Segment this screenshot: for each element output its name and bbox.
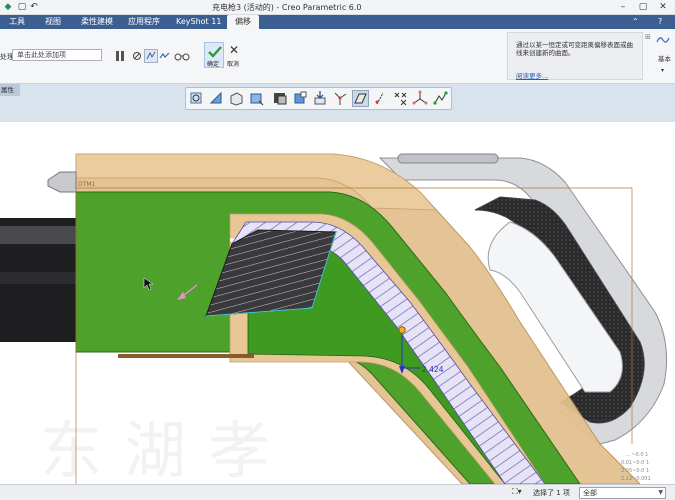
filter-dropdown[interactable]: 全部 ▼ bbox=[579, 487, 666, 499]
point-display-icon[interactable] bbox=[392, 90, 409, 107]
menu-view[interactable]: 视图 bbox=[41, 15, 65, 29]
trigger-button bbox=[397, 153, 499, 164]
check-mode-icon[interactable] bbox=[159, 50, 171, 62]
help-pin-icon[interactable]: ⊞ bbox=[645, 33, 651, 41]
window-title: 充电枪3 (活动的) - Creo Parametric 6.0 bbox=[212, 3, 362, 12]
axis-display-icon[interactable] bbox=[372, 90, 389, 107]
minimize-icon[interactable]: – bbox=[618, 1, 628, 13]
confirm-button[interactable]: 确定 bbox=[204, 42, 224, 68]
help-icon[interactable]: ? bbox=[654, 15, 666, 29]
cancel-x-icon: ✕ bbox=[229, 43, 240, 57]
offset-note-line-2: 0.01~0.0 1 bbox=[621, 460, 649, 466]
cube-icon[interactable] bbox=[228, 90, 245, 107]
no-preview-icon[interactable] bbox=[132, 51, 142, 61]
cancel-label: 取消 bbox=[227, 61, 240, 68]
shading-icon[interactable] bbox=[292, 90, 309, 107]
graphics-area[interactable]: 东湖孝 DTM1 2.424 ... ~0.0 1 0.01~0.0 1 2.0… bbox=[0, 122, 675, 484]
checkmark-icon bbox=[208, 46, 222, 58]
confirm-label: 确定 bbox=[207, 61, 220, 68]
menu-applications[interactable]: 应用程序 bbox=[124, 15, 164, 29]
quick-undo-icon[interactable]: ↶ bbox=[29, 1, 39, 13]
zoom-in-icon[interactable] bbox=[208, 90, 225, 107]
title-bar: ◆ ▢ ↶ 充电枪3 (活动的) - Creo Parametric 6.0 –… bbox=[0, 0, 675, 15]
help-panel: 通过以某一恒定或可变距离偏移表面或曲线来创建新的曲面。 阅读更多... bbox=[507, 32, 643, 80]
offset-dimension-value[interactable]: 2.424 bbox=[422, 365, 444, 374]
offset-note-line-4: 2.12~0.001 bbox=[621, 476, 651, 482]
filter-value: 全部 bbox=[583, 489, 597, 497]
datum-display-icon[interactable] bbox=[332, 90, 349, 107]
filter-chevron-down-icon: ▼ bbox=[658, 489, 663, 496]
glasses-icon[interactable] bbox=[174, 51, 190, 61]
offset-note-line-3: 2.05~0.0 1 bbox=[621, 468, 649, 474]
minimize-ribbon-icon[interactable]: ⌃ bbox=[628, 15, 643, 29]
basic-label[interactable]: 基本 bbox=[658, 53, 671, 63]
wave-icon[interactable] bbox=[656, 34, 670, 46]
cancel-button[interactable]: ✕ 取消 bbox=[226, 43, 242, 68]
menu-tools[interactable]: 工具 bbox=[5, 15, 29, 29]
plane-display-icon[interactable] bbox=[352, 90, 369, 107]
app-icon[interactable]: ◆ bbox=[3, 1, 13, 13]
quick-save-icon[interactable]: ▢ bbox=[17, 1, 27, 13]
watermark-text: 东湖孝 bbox=[40, 414, 292, 484]
display-style-icon[interactable] bbox=[272, 90, 289, 107]
properties-tab[interactable]: 属性 bbox=[0, 84, 20, 96]
menu-flexible-modeling[interactable]: 柔性建模 bbox=[77, 15, 117, 29]
offset-note-line-1: ... ~0.0 1 bbox=[625, 452, 648, 458]
csys-display-icon[interactable] bbox=[412, 90, 429, 107]
read-more-link[interactable]: 阅读更多... bbox=[516, 70, 548, 80]
saved-views-icon[interactable] bbox=[248, 90, 265, 107]
connector-clip bbox=[47, 171, 77, 193]
status-bar: ⛶▾ 选择了 1 项 全部 ▼ bbox=[0, 484, 675, 500]
preview-icon[interactable] bbox=[144, 49, 158, 63]
collector-input[interactable]: 单击此处添加项 bbox=[12, 49, 102, 61]
model-canvas[interactable]: 东湖孝 DTM1 2.424 ... ~0.0 1 0.01~0.0 1 2.0… bbox=[0, 122, 675, 484]
basic-dropdown-icon[interactable]: ▾ bbox=[661, 67, 664, 74]
help-text: 通过以某一恒定或可变距离偏移表面或曲线来创建新的曲面。 bbox=[516, 41, 633, 57]
datum-label: DTM1 bbox=[78, 181, 95, 188]
close-icon[interactable]: ✕ bbox=[658, 1, 668, 13]
lower-lip bbox=[118, 354, 254, 358]
selection-count: 选择了 1 项 bbox=[533, 489, 570, 497]
orient-icon[interactable] bbox=[312, 90, 329, 107]
pause-icon[interactable] bbox=[114, 50, 126, 62]
refit-icon[interactable] bbox=[188, 90, 205, 107]
offset-ribbon: 处理 单击此处添加项 确定 ✕ 取消 通过以某一恒定或可变距离偏移表面或曲线来创… bbox=[0, 29, 675, 84]
maximize-icon[interactable]: ▢ bbox=[638, 1, 648, 13]
menu-offset[interactable]: 偏移 bbox=[227, 15, 259, 29]
annotation-display-icon[interactable] bbox=[432, 90, 449, 107]
cable bbox=[0, 218, 76, 342]
menu-keyshot[interactable]: KeyShot 11 bbox=[172, 15, 225, 29]
graphics-toolbar bbox=[185, 87, 452, 110]
selection-filter-icon[interactable]: ⛶▾ bbox=[512, 487, 528, 499]
menu-bar: 工具 视图 柔性建模 应用程序 KeyShot 11 偏移 ⌃ ? bbox=[0, 15, 675, 29]
